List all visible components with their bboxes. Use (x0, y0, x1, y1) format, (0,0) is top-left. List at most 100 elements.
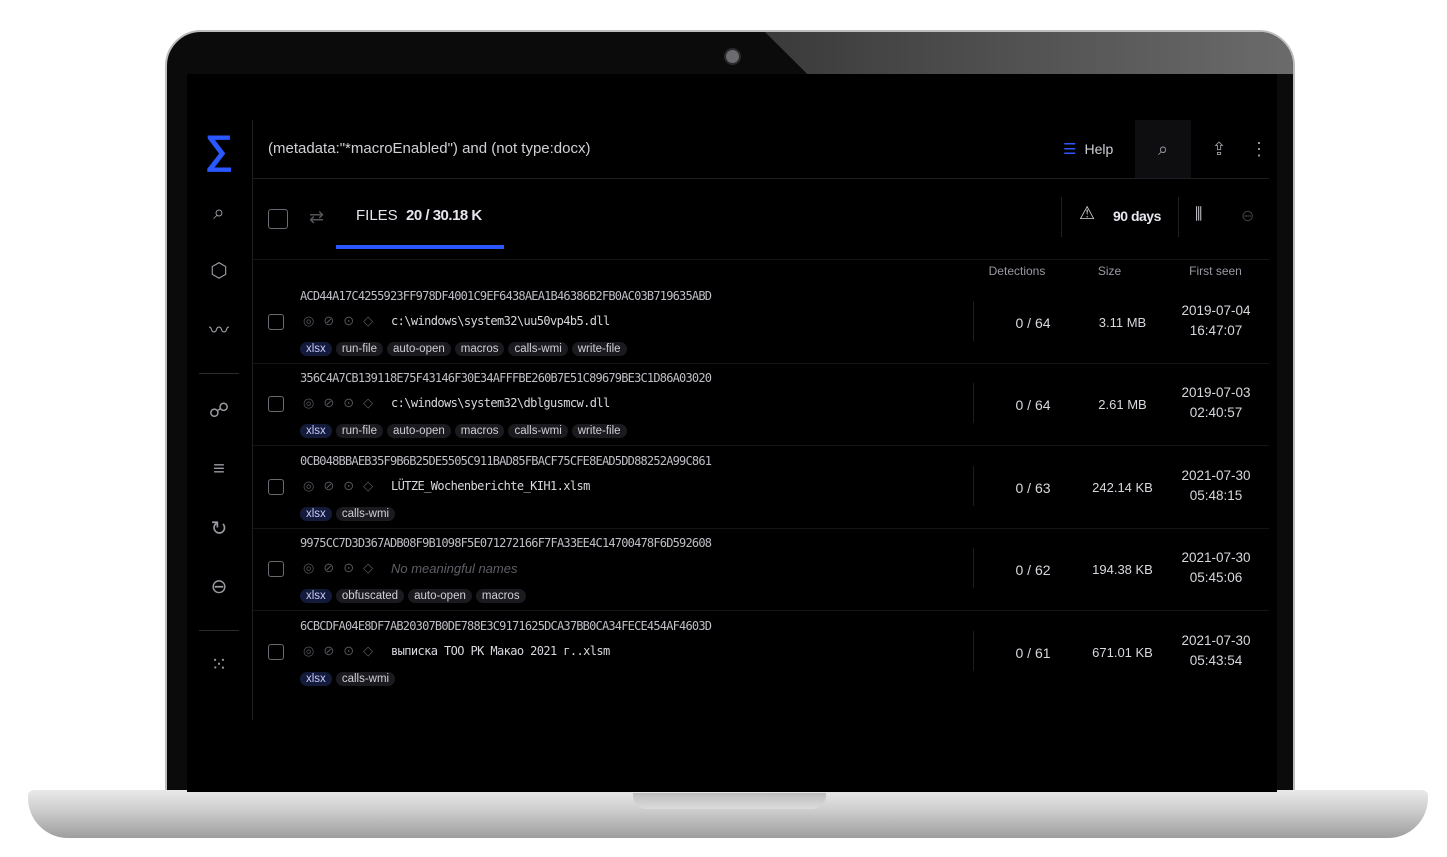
tag[interactable]: calls-wmi (335, 672, 396, 686)
location-icon: ⊙ (343, 313, 355, 328)
sigma-logo-icon[interactable]: ∑ (199, 130, 239, 170)
swap-icon[interactable]: ⇄ (309, 207, 324, 228)
files-count: 20 / 30.18 K (406, 207, 482, 224)
file-hash[interactable]: ACD44A17C4255923FF978DF4001C9EF6438AEA1B… (300, 289, 712, 303)
table-row[interactable]: 356C4A7CB139118E75F43146F30E34AFFFBE260B… (253, 363, 1269, 446)
column-first-seen[interactable]: First seen (1173, 264, 1258, 278)
date: 2021-07-30 (1181, 633, 1251, 648)
file-name: c:\windows\system32\uu50vp4b5.dll (391, 314, 610, 328)
warning-icon[interactable]: ⚠ (1079, 203, 1095, 224)
sidebar-divider (199, 373, 239, 374)
active-tab-indicator (336, 245, 504, 249)
date: 2019-07-04 (1181, 303, 1251, 318)
search-icon[interactable]: ⌕ (204, 198, 234, 228)
column-detections[interactable]: Detections (982, 264, 1052, 278)
laptop-notch (633, 793, 826, 809)
no-sign-icon: ⊘ (323, 313, 335, 328)
diff-icon[interactable]: ⊖ (204, 572, 234, 602)
tag[interactable]: run-file (335, 424, 383, 438)
rules-icon[interactable]: ≡ (204, 454, 234, 484)
diamond-icon: ◇ (363, 313, 374, 328)
search-button[interactable]: ⌕ (1135, 120, 1191, 178)
table-row[interactable]: 9975CC7D3D367ADB08F9B1098F5E071272166F7F… (253, 528, 1269, 611)
file-meta-icons: ◎ ⊘ ⊙ ◇ (303, 560, 382, 576)
detections-value: 0 / 61 (1015, 645, 1051, 661)
globe-icon: ◎ (303, 643, 315, 658)
search-input[interactable]: (metadata:"*macroEnabled") and (not type… (268, 140, 591, 157)
select-all-checkbox[interactable] (268, 209, 288, 229)
tag[interactable]: auto-open (386, 424, 451, 438)
tag[interactable]: calls-wmi (508, 342, 568, 356)
tag[interactable]: xlsx (300, 589, 332, 603)
help-button[interactable]: ☰ Help (1063, 140, 1113, 158)
tag[interactable]: write-file (571, 424, 627, 438)
retrohunt-icon[interactable]: ↻ (204, 514, 234, 544)
globe-icon: ◎ (303, 560, 315, 575)
globe-icon: ◎ (303, 395, 315, 410)
file-hash[interactable]: 0CB048BBAEB35F9B6B25DE5505C911BAD85FBACF… (300, 454, 712, 468)
tag-list: xlsx calls-wmi (300, 669, 399, 687)
period-filter[interactable]: 90 days (1113, 208, 1161, 224)
first-seen-value: 2019-07-03 02:40:57 (1171, 383, 1261, 423)
tag[interactable]: macros (475, 589, 526, 603)
sidebar: ∑ ⌕ ⬡ 〰 ☍ ≡ ↻ ⊖ ⁙ (187, 120, 253, 720)
size-value: 242.14 KB (1092, 480, 1153, 495)
tag-list: xlsx run-file auto-open macros calls-wmi writ… (300, 339, 631, 357)
first-seen-value: 2021-07-30 05:48:15 (1171, 466, 1261, 506)
tag[interactable]: calls-wmi (508, 424, 568, 438)
collections-icon[interactable]: ⁙ (204, 650, 234, 680)
tab-files[interactable]: FILES 20 / 30.18 K (356, 207, 482, 224)
tag[interactable]: auto-open (386, 342, 451, 356)
no-sign-icon: ⊘ (323, 643, 335, 658)
tag[interactable]: macros (454, 424, 505, 438)
tag[interactable]: macros (454, 342, 505, 356)
date: 2021-07-30 (1181, 550, 1251, 565)
detections-value: 0 / 64 (1015, 315, 1051, 331)
file-meta-icons: ◎ ⊘ ⊙ ◇ (303, 395, 382, 411)
row-checkbox[interactable] (268, 561, 284, 577)
toolbar-divider (1178, 197, 1179, 237)
file-hash[interactable]: 6CBCDFA04E8DF7AB20307B0DE788E3C9171625DC… (300, 619, 712, 633)
globe-icon: ◎ (303, 313, 315, 328)
first-seen-value: 2021-07-30 05:45:06 (1171, 548, 1261, 588)
tag[interactable]: xlsx (300, 424, 332, 438)
tag[interactable]: xlsx (300, 507, 332, 521)
column-size[interactable]: Size (1072, 264, 1147, 278)
time: 05:48:15 (1189, 488, 1243, 503)
columns-icon[interactable]: ⫼ (1195, 206, 1202, 224)
tag[interactable]: obfuscated (335, 589, 405, 603)
file-meta-icons: ◎ ⊘ ⊙ ◇ (303, 478, 382, 494)
tag[interactable]: auto-open (408, 589, 472, 603)
row-checkbox[interactable] (268, 479, 284, 495)
diamond-icon: ◇ (363, 478, 374, 493)
tag[interactable]: calls-wmi (335, 507, 396, 521)
file-name: c:\windows\system32\dblgusmcw.dll (391, 396, 610, 410)
row-checkbox[interactable] (268, 396, 284, 412)
row-divider (973, 383, 974, 423)
detections-value: 0 / 62 (1015, 562, 1051, 578)
location-icon: ⊙ (343, 643, 355, 658)
apps-icon[interactable]: ⋮ (1239, 120, 1277, 178)
diamond-icon: ◇ (363, 643, 374, 658)
file-hash[interactable]: 356C4A7CB139118E75F43146F30E34AFFFBE260B… (300, 371, 712, 385)
trend-icon[interactable]: 〰 (204, 316, 234, 346)
table-row[interactable]: ACD44A17C4255923FF978DF4001C9EF6438AEA1B… (253, 281, 1269, 364)
tag[interactable]: run-file (335, 342, 383, 356)
row-checkbox[interactable] (268, 644, 284, 660)
row-divider (973, 301, 974, 341)
time: 02:40:57 (1189, 405, 1243, 420)
row-checkbox[interactable] (268, 314, 284, 330)
first-seen-value: 2021-07-30 05:43:54 (1171, 631, 1261, 671)
graph-icon[interactable]: ⬡ (204, 256, 234, 286)
file-hash[interactable]: 9975CC7D3D367ADB08F9B1098F5E071272166F7F… (300, 536, 712, 550)
detections-value: 0 / 64 (1015, 397, 1051, 413)
toggle-icon[interactable]: ⊖ (1241, 206, 1254, 226)
tag[interactable]: xlsx (300, 672, 332, 686)
no-sign-icon: ⊘ (323, 478, 335, 493)
results-toolbar: ⇄ FILES 20 / 30.18 K ⚠ 90 days ⫼ ⊖ (253, 179, 1269, 260)
table-row[interactable]: 6CBCDFA04E8DF7AB20307B0DE788E3C9171625DC… (253, 611, 1269, 693)
tag[interactable]: xlsx (300, 342, 332, 356)
tag[interactable]: write-file (571, 342, 627, 356)
table-row[interactable]: 0CB048BBAEB35F9B6B25DE5505C911BAD85FBACF… (253, 446, 1269, 529)
hunting-icon[interactable]: ☍ (204, 396, 234, 426)
